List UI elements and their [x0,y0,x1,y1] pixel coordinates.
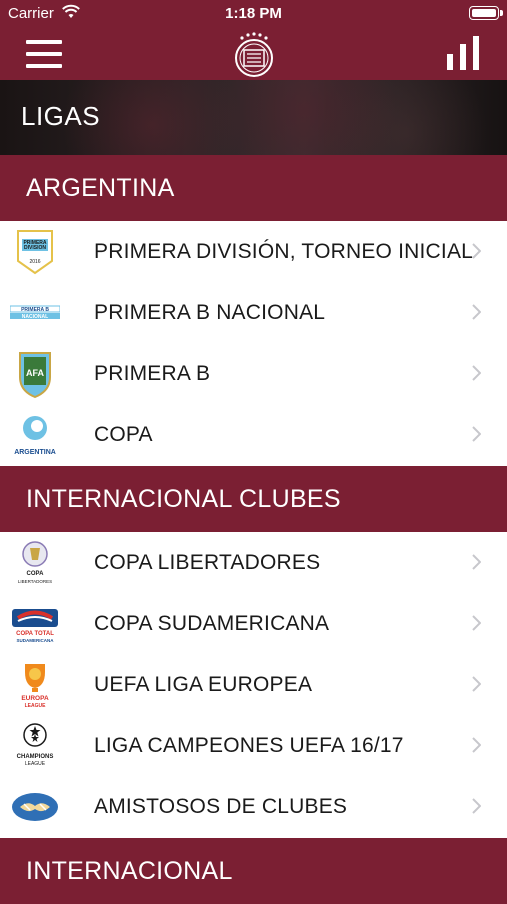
league-label: COPA LIBERTADORES [94,551,321,574]
league-row-copa-sudamericana[interactable]: COPA TOTAL SUDAMERICANA COPA SUDAMERICAN… [0,593,507,654]
chevron-right-icon [472,554,481,570]
europa-league-logo-icon: EUROPA LEAGUE [21,664,49,709]
league-label: COPA [94,423,153,446]
svg-text:LEAGUE: LEAGUE [25,703,47,709]
nav-bar [0,28,507,80]
section-header-internacional-clubes: INTERNACIONAL CLUBES [0,466,507,532]
chevron-right-icon [472,615,481,631]
status-time: 1:18 PM [225,5,282,22]
status-bar: Carrier 1:18 PM [0,0,507,28]
league-label: LIGA CAMPEONES UEFA 16/17 [94,734,404,757]
hero-banner: LIGAS [0,80,507,155]
league-label: PRIMERA B NACIONAL [94,301,326,324]
chevron-right-icon [472,676,481,692]
svg-text:2016: 2016 [29,259,40,265]
chevron-right-icon [472,243,481,259]
chevron-right-icon [472,304,481,320]
svg-text:ARGENTINA: ARGENTINA [14,449,56,456]
chevron-right-icon [472,365,481,381]
league-label: PRIMERA B [94,362,211,385]
league-row-primera-b[interactable]: AFA PRIMERA B [0,343,507,404]
league-row-copa[interactable]: ARGENTINA COPA [0,404,507,465]
copa-sudamericana-logo-icon: COPA TOTAL SUDAMERICANA [12,609,58,643]
club-crest-logo[interactable] [231,30,277,78]
league-row-amistosos-de-clubes[interactable]: AMISTOSOS DE CLUBES [0,776,507,837]
svg-text:LIBERTADORES: LIBERTADORES [18,579,52,584]
chevron-right-icon [472,737,481,753]
afa-shield-logo-icon: AFA [19,352,51,399]
league-row-uefa-liga-europea[interactable]: EUROPA LEAGUE UEFA LIGA EUROPEA [0,654,507,715]
section-header-internacional: INTERNACIONAL [0,838,507,904]
svg-text:COPA TOTAL: COPA TOTAL [16,631,54,637]
svg-text:AFA: AFA [26,368,45,378]
league-row-copa-libertadores[interactable]: COPA LIBERTADORES COPA LIBERTADORES [0,532,507,593]
chevron-right-icon [472,426,481,442]
league-row-primera-b-nacional[interactable]: PRIMERA B NACIONAL PRIMERA B NACIONAL [0,282,507,343]
svg-text:NACIONAL: NACIONAL [22,314,48,320]
primera-b-nacional-logo-icon: PRIMERA B NACIONAL [10,305,60,320]
svg-text:DIVISION: DIVISION [24,245,46,251]
copa-libertadores-logo-icon: COPA LIBERTADORES [18,541,52,584]
bar-chart-icon[interactable] [445,36,481,70]
handshake-friendly-logo-icon [12,793,58,821]
copa-argentina-logo-icon: ARGENTINA [14,416,56,456]
svg-text:EUROPA: EUROPA [21,695,49,702]
svg-text:LEAGUE: LEAGUE [25,761,46,767]
league-label: UEFA LIGA EUROPEA [94,673,313,696]
champions-league-logo-icon: CHAMPIONS LEAGUE [17,723,54,767]
league-row-primera-division[interactable]: PRIMERA DIVISION 2016 PRIMERA DIVISIÓN, … [0,221,507,282]
league-label: COPA SUDAMERICANA [94,612,330,635]
battery-icon [469,6,503,20]
league-label: AMISTOSOS DE CLUBES [94,795,348,818]
svg-text:COPA: COPA [27,571,45,577]
primera-division-logo-icon: PRIMERA DIVISION 2016 [17,230,53,275]
page-title: LIGAS [21,101,101,131]
svg-text:PRIMERA B: PRIMERA B [21,307,49,313]
league-label: PRIMERA DIVISIÓN, TORNEO INICIAL [94,240,474,263]
league-row-liga-campeones[interactable]: CHAMPIONS LEAGUE LIGA CAMPEONES UEFA 16/… [0,715,507,776]
svg-text:SUDAMERICANA: SUDAMERICANA [17,638,55,643]
svg-text:CHAMPIONS: CHAMPIONS [17,754,54,760]
section-header-argentina: ARGENTINA [0,155,507,221]
hamburger-menu-icon[interactable] [26,40,62,68]
chevron-right-icon [472,798,481,814]
